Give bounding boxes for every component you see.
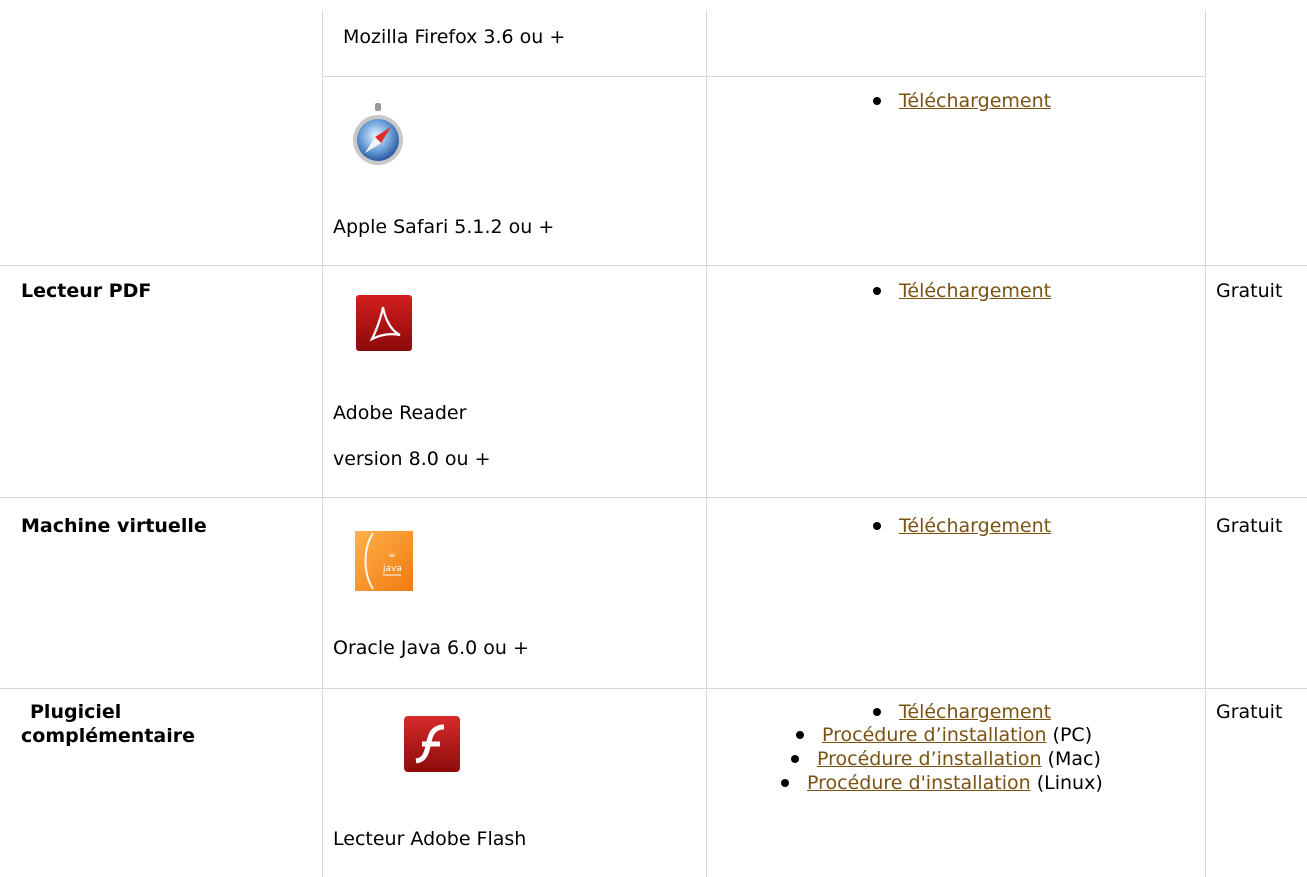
safari-icon — [345, 103, 411, 174]
svg-text:java: java — [382, 564, 402, 574]
list-item: Téléchargement — [872, 89, 1051, 113]
list-item: Téléchargement — [872, 514, 1051, 538]
list-item: Téléchargement — [872, 279, 1051, 303]
software-name-safari: Apple Safari 5.1.2 ou + — [333, 216, 555, 238]
software-name-firefox: Mozilla Firefox 3.6 ou + — [343, 26, 566, 48]
list-item: Procédure d’installation (Mac) — [791, 747, 1101, 771]
download-link-flash[interactable]: Téléchargement — [899, 701, 1051, 723]
svg-text:☕: ☕ — [388, 550, 396, 560]
row-divider — [0, 265, 1307, 266]
price-adobe-reader: Gratuit — [1216, 280, 1283, 302]
download-link-safari[interactable]: Téléchargement — [899, 90, 1051, 112]
software-name-flash: Lecteur Adobe Flash — [333, 828, 527, 850]
list-item: Procédure d'installation (Linux) — [781, 771, 1103, 795]
platform-label-pc: (PC) — [1046, 724, 1093, 746]
price-java: Gratuit — [1216, 515, 1283, 537]
platform-label-linux: (Linux) — [1030, 772, 1103, 794]
category-plugin-line2: complémentaire — [21, 725, 195, 747]
row-divider — [0, 688, 1307, 689]
category-pdf-reader: Lecteur PDF — [21, 280, 152, 302]
install-procedure-link-pc[interactable]: Procédure d’installation — [822, 724, 1047, 746]
install-procedure-link-linux[interactable]: Procédure d'installation — [807, 772, 1031, 794]
software-version-adobe-reader: version 8.0 ou + — [333, 448, 491, 470]
list-item: Téléchargement — [872, 700, 1051, 724]
platform-label-mac: (Mac) — [1041, 748, 1101, 770]
java-icon: ☕ java — [355, 531, 413, 596]
software-name-adobe-reader: Adobe Reader — [333, 402, 467, 424]
flash-icon — [404, 716, 460, 777]
price-flash: Gratuit — [1216, 701, 1283, 723]
column-divider — [322, 10, 323, 877]
category-plugin-line1: Plugiciel — [30, 701, 122, 723]
adobe-reader-icon — [356, 295, 412, 356]
category-virtual-machine: Machine virtuelle — [21, 515, 207, 537]
row-divider — [322, 76, 1206, 77]
software-name-java: Oracle Java 6.0 ou + — [333, 637, 529, 659]
list-item: Procédure d’installation (PC) — [795, 723, 1093, 747]
column-divider — [1205, 10, 1206, 877]
column-divider — [706, 10, 707, 877]
download-link-java[interactable]: Téléchargement — [899, 515, 1051, 537]
row-divider — [0, 497, 1307, 498]
install-procedure-link-mac[interactable]: Procédure d’installation — [817, 748, 1042, 770]
download-link-adobe-reader[interactable]: Téléchargement — [899, 280, 1051, 302]
